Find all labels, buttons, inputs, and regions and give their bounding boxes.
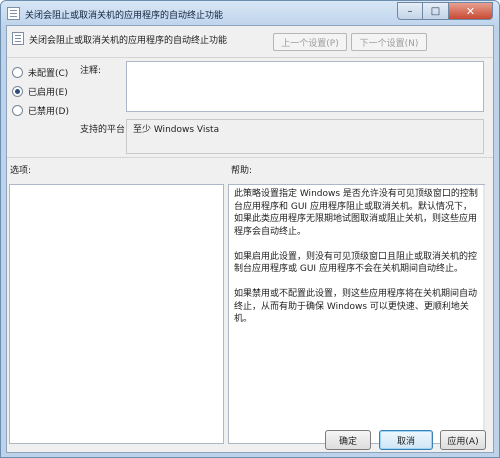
previous-setting-button[interactable]: 上一个设置(P): [273, 33, 347, 51]
apply-button[interactable]: 应用(A): [440, 430, 486, 450]
radio-disabled-label: 已禁用(D): [28, 106, 69, 117]
radio-not-configured[interactable]: 未配置(C): [12, 66, 69, 79]
radio-not-configured-label: 未配置(C): [28, 68, 69, 79]
help-paragraph: 此策略设置指定 Windows 是否允许没有可见顶级窗口的控制台应用程序和 GU…: [234, 189, 478, 237]
supported-platform-value: 至少 Windows Vista: [126, 119, 484, 154]
setting-document-icon: [12, 32, 24, 45]
supported-platform-label: 支持的平台:: [80, 125, 129, 135]
window-title: 关闭会阻止或取消关机的应用程序的自动终止功能: [25, 11, 224, 21]
help-label: 帮助:: [231, 166, 253, 176]
policy-dialog-window: 关闭会阻止或取消关机的应用程序的自动终止功能 – □ ✕ 关闭会阻止或取消关机的…: [0, 0, 500, 458]
policy-document-icon: [7, 7, 20, 20]
minimize-button[interactable]: –: [397, 2, 423, 20]
maximize-button[interactable]: □: [423, 2, 449, 20]
radio-not-configured-circle[interactable]: [12, 66, 23, 78]
options-panel: [9, 184, 224, 444]
next-setting-button[interactable]: 下一个设置(N): [351, 33, 427, 51]
help-paragraph: 如果禁用或不配置此设置，则这些应用程序将在关机期间自动终止，从而有助于确保 Wi…: [234, 289, 478, 324]
comment-textarea[interactable]: [126, 61, 484, 112]
ok-button[interactable]: 确定: [325, 430, 371, 450]
title-bar[interactable]: 关闭会阻止或取消关机的应用程序的自动终止功能 – □ ✕: [1, 1, 499, 27]
header-divider: [7, 57, 493, 58]
radio-enabled-circle[interactable]: [12, 85, 23, 97]
dialog-client-area: 关闭会阻止或取消关机的应用程序的自动终止功能 上一个设置(P) 下一个设置(N)…: [6, 25, 494, 453]
help-scrollbar[interactable]: [483, 185, 485, 443]
comment-label: 注释:: [80, 66, 102, 76]
radio-enabled-label: 已启用(E): [28, 87, 68, 98]
cancel-button[interactable]: 取消: [379, 430, 433, 450]
radio-disabled[interactable]: 已禁用(D): [12, 104, 69, 117]
window-controls: – □ ✕: [397, 2, 493, 20]
radio-enabled[interactable]: 已启用(E): [12, 85, 68, 98]
setting-title: 关闭会阻止或取消关机的应用程序的自动终止功能: [29, 36, 228, 46]
help-text-panel[interactable]: 此策略设置指定 Windows 是否允许没有可见顶级窗口的控制台应用程序和 GU…: [228, 184, 485, 444]
close-button[interactable]: ✕: [449, 2, 493, 20]
section-divider: [7, 157, 493, 158]
radio-disabled-circle[interactable]: [12, 104, 23, 116]
options-label: 选项:: [10, 166, 32, 176]
help-paragraph: 如果启用此设置，则没有可见顶级窗口且阻止或取消关机的控制台应用程序或 GUI 应…: [234, 251, 478, 275]
